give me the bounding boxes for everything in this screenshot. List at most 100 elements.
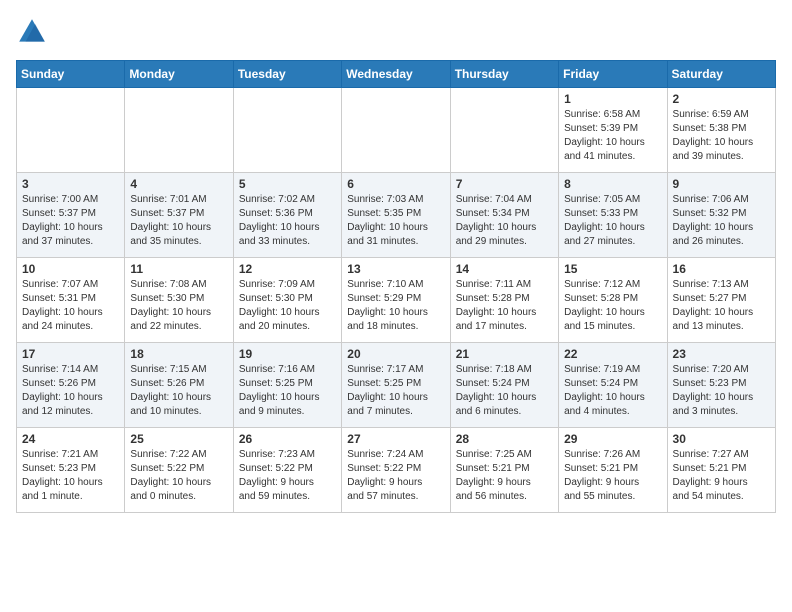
weekday-header: Tuesday [233,61,341,88]
day-info: Sunrise: 7:24 AM Sunset: 5:22 PM Dayligh… [347,448,444,504]
day-info: Sunrise: 7:25 AM Sunset: 5:21 PM Dayligh… [456,448,553,504]
day-info: Sunrise: 7:01 AM Sunset: 5:37 PM Dayligh… [130,193,227,249]
day-info: Sunrise: 6:59 AM Sunset: 5:38 PM Dayligh… [673,108,770,164]
calendar-cell [125,88,233,173]
day-info: Sunrise: 7:09 AM Sunset: 5:30 PM Dayligh… [239,278,336,334]
day-info: Sunrise: 7:23 AM Sunset: 5:22 PM Dayligh… [239,448,336,504]
calendar-cell: 7Sunrise: 7:04 AM Sunset: 5:34 PM Daylig… [450,173,558,258]
calendar-cell: 1 Sunrise: 6:58 AM Sunset: 5:39 PM Daylig… [559,88,667,173]
day-info: Sunrise: 7:26 AM Sunset: 5:21 PM Dayligh… [564,448,661,504]
day-info: Sunrise: 7:10 AM Sunset: 5:29 PM Dayligh… [347,278,444,334]
day-number: 10 [22,262,119,276]
calendar-cell: 27 Sunrise: 7:24 AM Sunset: 5:22 PM Dayli… [342,428,450,513]
day-number: 22 [564,347,661,361]
day-info: Sunrise: 7:05 AM Sunset: 5:33 PM Dayligh… [564,193,661,249]
calendar-cell: 28 Sunrise: 7:25 AM Sunset: 5:21 PM Dayli… [450,428,558,513]
day-info: Sunrise: 7:19 AM Sunset: 5:24 PM Dayligh… [564,363,661,419]
day-number: 6 [347,177,444,191]
day-number: 3 [22,177,119,191]
day-number: 14 [456,262,553,276]
calendar-cell: 15 Sunrise: 7:12 AM Sunset: 5:28 PM Dayli… [559,258,667,343]
calendar-cell [342,88,450,173]
calendar-cell: 22 Sunrise: 7:19 AM Sunset: 5:24 PM Dayli… [559,343,667,428]
calendar-cell: 9 Sunrise: 7:06 AM Sunset: 5:32 PM Daylig… [667,173,775,258]
calendar-cell: 12 Sunrise: 7:09 AM Sunset: 5:30 PM Dayli… [233,258,341,343]
day-number: 8 [564,177,661,191]
calendar-cell: 26 Sunrise: 7:23 AM Sunset: 5:22 PM Dayli… [233,428,341,513]
calendar-cell: 19 Sunrise: 7:16 AM Sunset: 5:25 PM Dayli… [233,343,341,428]
day-info: Sunrise: 7:07 AM Sunset: 5:31 PM Dayligh… [22,278,119,334]
day-number: 29 [564,432,661,446]
weekday-header: Wednesday [342,61,450,88]
calendar-week-row: 24 Sunrise: 7:21 AM Sunset: 5:23 PM Dayli… [17,428,776,513]
day-number: 4 [130,177,227,191]
day-number: 15 [564,262,661,276]
calendar-cell: 29 Sunrise: 7:26 AM Sunset: 5:21 PM Dayli… [559,428,667,513]
day-info: Sunrise: 7:21 AM Sunset: 5:23 PM Dayligh… [22,448,119,504]
day-info: Sunrise: 7:12 AM Sunset: 5:28 PM Dayligh… [564,278,661,334]
calendar-cell: 17Sunrise: 7:14 AM Sunset: 5:26 PM Dayli… [17,343,125,428]
day-info: Sunrise: 7:17 AM Sunset: 5:25 PM Dayligh… [347,363,444,419]
calendar-cell: 30Sunrise: 7:27 AM Sunset: 5:21 PM Dayli… [667,428,775,513]
day-info: Sunrise: 7:15 AM Sunset: 5:26 PM Dayligh… [130,363,227,419]
day-info: Sunrise: 7:06 AM Sunset: 5:32 PM Dayligh… [673,193,770,249]
calendar-cell: 2 Sunrise: 6:59 AM Sunset: 5:38 PM Daylig… [667,88,775,173]
weekday-header: Monday [125,61,233,88]
calendar-cell: 4 Sunrise: 7:01 AM Sunset: 5:37 PM Daylig… [125,173,233,258]
weekday-header: Friday [559,61,667,88]
calendar-week-row: 1 Sunrise: 6:58 AM Sunset: 5:39 PM Daylig… [17,88,776,173]
calendar-cell: 5Sunrise: 7:02 AM Sunset: 5:36 PM Daylig… [233,173,341,258]
calendar-week-row: 10 Sunrise: 7:07 AM Sunset: 5:31 PM Dayli… [17,258,776,343]
day-number: 27 [347,432,444,446]
calendar-table: SundayMondayTuesdayWednesdayThursdayFrid… [16,60,776,513]
day-number: 12 [239,262,336,276]
day-number: 2 [673,92,770,106]
day-number: 26 [239,432,336,446]
weekday-header: Thursday [450,61,558,88]
day-info: Sunrise: 7:13 AM Sunset: 5:27 PM Dayligh… [673,278,770,334]
day-number: 7 [456,177,553,191]
day-info: Sunrise: 7:03 AM Sunset: 5:35 PM Dayligh… [347,193,444,249]
day-info: Sunrise: 7:14 AM Sunset: 5:26 PM Dayligh… [22,363,119,419]
calendar-week-row: 3 Sunrise: 7:00 AM Sunset: 5:37 PM Daylig… [17,173,776,258]
day-info: Sunrise: 7:00 AM Sunset: 5:37 PM Dayligh… [22,193,119,249]
page-header [16,16,776,48]
weekday-header-row: SundayMondayTuesdayWednesdayThursdayFrid… [17,61,776,88]
logo [16,16,52,48]
day-info: Sunrise: 7:11 AM Sunset: 5:28 PM Dayligh… [456,278,553,334]
calendar-cell: 11 Sunrise: 7:08 AM Sunset: 5:30 PM Dayli… [125,258,233,343]
day-info: Sunrise: 7:22 AM Sunset: 5:22 PM Dayligh… [130,448,227,504]
day-number: 18 [130,347,227,361]
calendar-cell: 13Sunrise: 7:10 AM Sunset: 5:29 PM Dayli… [342,258,450,343]
day-info: Sunrise: 7:16 AM Sunset: 5:25 PM Dayligh… [239,363,336,419]
day-info: Sunrise: 7:08 AM Sunset: 5:30 PM Dayligh… [130,278,227,334]
weekday-header: Saturday [667,61,775,88]
day-info: Sunrise: 7:18 AM Sunset: 5:24 PM Dayligh… [456,363,553,419]
day-number: 30 [673,432,770,446]
calendar-cell: 18 Sunrise: 7:15 AM Sunset: 5:26 PM Dayli… [125,343,233,428]
calendar-cell: 23 Sunrise: 7:20 AM Sunset: 5:23 PM Dayli… [667,343,775,428]
calendar-week-row: 17Sunrise: 7:14 AM Sunset: 5:26 PM Dayli… [17,343,776,428]
day-number: 25 [130,432,227,446]
calendar-cell: 8 Sunrise: 7:05 AM Sunset: 5:33 PM Daylig… [559,173,667,258]
day-number: 24 [22,432,119,446]
day-info: Sunrise: 6:58 AM Sunset: 5:39 PM Dayligh… [564,108,661,164]
day-number: 23 [673,347,770,361]
calendar-cell: 25 Sunrise: 7:22 AM Sunset: 5:22 PM Dayli… [125,428,233,513]
calendar-cell: 21Sunrise: 7:18 AM Sunset: 5:24 PM Dayli… [450,343,558,428]
calendar-cell [450,88,558,173]
day-info: Sunrise: 7:20 AM Sunset: 5:23 PM Dayligh… [673,363,770,419]
calendar-cell: 24 Sunrise: 7:21 AM Sunset: 5:23 PM Dayli… [17,428,125,513]
calendar-cell: 16Sunrise: 7:13 AM Sunset: 5:27 PM Dayli… [667,258,775,343]
calendar-cell: 20 Sunrise: 7:17 AM Sunset: 5:25 PM Dayli… [342,343,450,428]
day-number: 11 [130,262,227,276]
day-number: 20 [347,347,444,361]
day-number: 1 [564,92,661,106]
calendar-cell: 6 Sunrise: 7:03 AM Sunset: 5:35 PM Daylig… [342,173,450,258]
day-number: 28 [456,432,553,446]
calendar-cell: 14 Sunrise: 7:11 AM Sunset: 5:28 PM Dayli… [450,258,558,343]
calendar-cell: 3 Sunrise: 7:00 AM Sunset: 5:37 PM Daylig… [17,173,125,258]
day-number: 19 [239,347,336,361]
calendar-cell [17,88,125,173]
day-number: 9 [673,177,770,191]
